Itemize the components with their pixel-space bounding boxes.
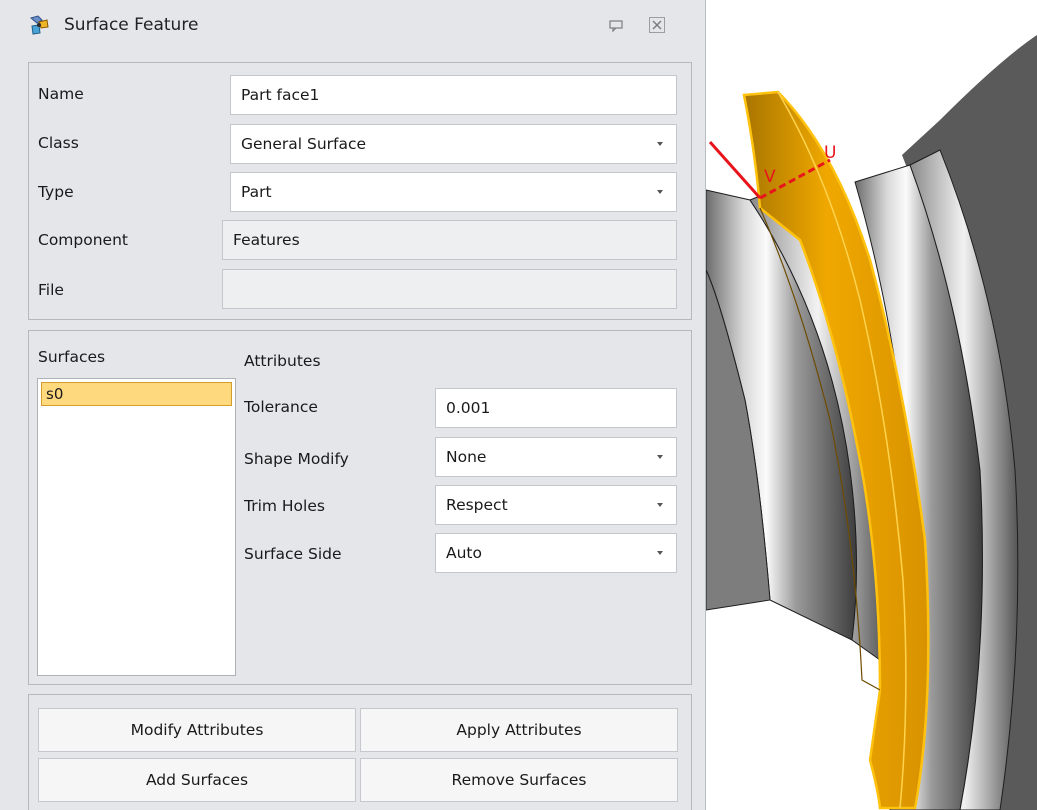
file-label: File	[38, 281, 64, 299]
model-render: V U	[706, 0, 1037, 810]
apply-attributes-button[interactable]: Apply Attributes	[360, 708, 678, 752]
surfaces-label: Surfaces	[38, 348, 106, 366]
shape-modify-label: Shape Modify	[244, 450, 349, 468]
title-bar: Surface Feature	[0, 0, 706, 58]
component-field: Features	[222, 220, 677, 260]
component-label: Component	[38, 231, 128, 249]
close-icon[interactable]	[649, 17, 665, 33]
window-title: Surface Feature	[64, 15, 199, 35]
class-value: General Surface	[241, 135, 367, 153]
surface-side-label: Surface Side	[244, 545, 342, 563]
modify-attributes-button[interactable]: Modify Attributes	[38, 708, 356, 752]
chevron-down-icon	[657, 455, 663, 459]
trim-holes-label: Trim Holes	[244, 497, 325, 515]
surface-side-value: Auto	[446, 544, 482, 562]
name-input[interactable]: Part face1	[230, 75, 677, 115]
shape-modify-value: None	[446, 448, 487, 466]
remove-surfaces-button[interactable]: Remove Surfaces	[360, 758, 678, 802]
tolerance-input[interactable]: 0.001	[435, 388, 677, 428]
trim-holes-select[interactable]: Respect	[435, 485, 677, 525]
surfaces-list[interactable]: s0	[37, 378, 236, 676]
file-field	[222, 269, 677, 309]
attributes-heading: Attributes	[244, 352, 321, 370]
name-label: Name	[38, 85, 84, 103]
chevron-down-icon	[657, 190, 663, 194]
tolerance-label: Tolerance	[244, 398, 318, 416]
type-label: Type	[38, 183, 74, 201]
surface-feature-panel: Surface Feature Name Part face1 Class Ge…	[0, 0, 706, 810]
3d-viewport[interactable]: V U	[706, 0, 1037, 810]
chevron-down-icon	[657, 503, 663, 507]
type-value: Part	[241, 183, 272, 201]
app-icon	[29, 15, 49, 35]
shape-modify-select[interactable]: None	[435, 437, 677, 477]
surface-side-select[interactable]: Auto	[435, 533, 677, 573]
axis-label-v: V	[764, 167, 776, 187]
trim-holes-value: Respect	[446, 496, 508, 514]
add-surfaces-button[interactable]: Add Surfaces	[38, 758, 356, 802]
type-select[interactable]: Part	[230, 172, 677, 212]
chevron-down-icon	[657, 142, 663, 146]
axis-label-u: U	[824, 143, 836, 163]
chevron-down-icon	[657, 551, 663, 555]
class-label: Class	[38, 134, 79, 152]
pin-icon[interactable]	[609, 20, 623, 32]
class-select[interactable]: General Surface	[230, 124, 677, 164]
list-item-s0[interactable]: s0	[41, 382, 232, 406]
